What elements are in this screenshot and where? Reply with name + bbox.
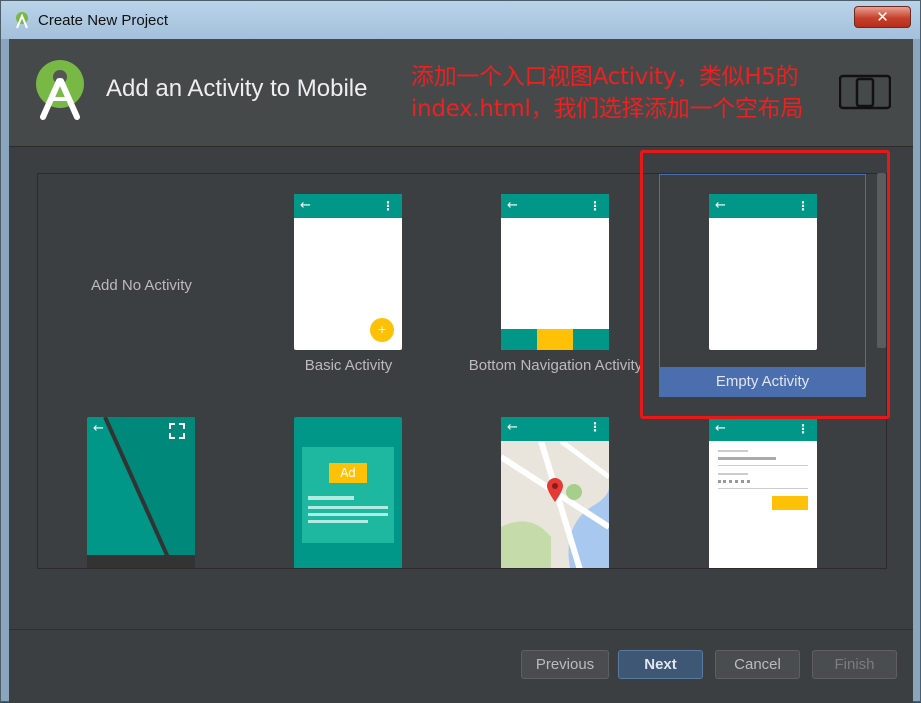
overflow-menu-icon: ⋮	[382, 199, 394, 213]
overflow-menu-icon: ⋮	[589, 420, 601, 434]
login-preview: ← ⋮	[709, 417, 817, 568]
phone-tablet-icon	[839, 74, 891, 110]
basic-activity-preview: ← ⋮ +	[294, 194, 402, 350]
annotation-highlight-box	[640, 150, 890, 419]
bottom-nav-selected-item	[537, 329, 573, 350]
title-bar: Create New Project ✕	[1, 1, 920, 39]
back-arrow-icon: ←	[300, 198, 311, 213]
template-google-maps-activity[interactable]: ← ⋮	[452, 397, 659, 568]
template-label: Bottom Navigation Activity	[468, 357, 643, 374]
close-button[interactable]: ✕	[854, 6, 911, 28]
next-button[interactable]: Next	[618, 650, 703, 679]
dialog-body: Add an Activity to Mobile 添加一个入口视图Activi…	[9, 39, 913, 703]
template-bottom-navigation-activity[interactable]: ← ⋮ Bottom Navigation Activity	[452, 174, 659, 397]
window-title: Create New Project	[38, 12, 169, 29]
template-label: Add No Activity	[91, 277, 192, 294]
finish-button[interactable]: Finish	[812, 650, 897, 679]
template-fullscreen-activity[interactable]: ←	[38, 397, 245, 568]
fullscreen-icon	[169, 423, 185, 439]
back-arrow-icon: ←	[93, 421, 104, 436]
annotation-text: 添加一个入口视图Activity，类似H5的index.html，我们选择添加一…	[411, 64, 804, 122]
fullscreen-preview: ←	[87, 417, 195, 568]
maps-preview: ← ⋮	[501, 417, 609, 568]
footer-divider	[9, 629, 913, 630]
previous-button[interactable]: Previous	[521, 650, 609, 679]
android-studio-icon	[16, 12, 28, 29]
map-pin-icon	[547, 478, 563, 502]
nav-bar	[87, 555, 195, 568]
android-studio-logo	[36, 60, 84, 120]
template-basic-activity[interactable]: ← ⋮ + Basic Activity	[245, 174, 452, 397]
admob-preview: Ad	[294, 417, 402, 568]
template-login-activity[interactable]: ← ⋮	[659, 397, 866, 568]
cancel-button[interactable]: Cancel	[715, 650, 800, 679]
bottom-nav-bar	[501, 329, 609, 350]
bottom-nav-preview: ← ⋮	[501, 194, 609, 350]
back-arrow-icon: ←	[507, 420, 518, 435]
template-label: Basic Activity	[304, 357, 393, 374]
diagonal-shape	[103, 417, 195, 568]
sign-in-button	[772, 496, 808, 510]
ad-card: Ad	[302, 447, 394, 543]
ad-badge: Ad	[329, 463, 367, 483]
template-google-admob-activity[interactable]: Ad	[245, 397, 452, 568]
back-arrow-icon: ←	[715, 421, 726, 436]
dialog-header: Add an Activity to Mobile 添加一个入口视图Activi…	[9, 39, 913, 147]
overflow-menu-icon: ⋮	[589, 199, 601, 213]
create-project-window: Create New Project ✕ Add an Activity to …	[0, 0, 921, 703]
fab-icon: +	[370, 318, 394, 342]
overflow-menu-icon: ⋮	[797, 422, 809, 436]
appbar: ← ⋮	[501, 417, 609, 441]
template-add-no-activity[interactable]: Add No Activity	[38, 174, 245, 397]
back-arrow-icon: ←	[507, 198, 518, 213]
page-title: Add an Activity to Mobile	[106, 75, 368, 102]
